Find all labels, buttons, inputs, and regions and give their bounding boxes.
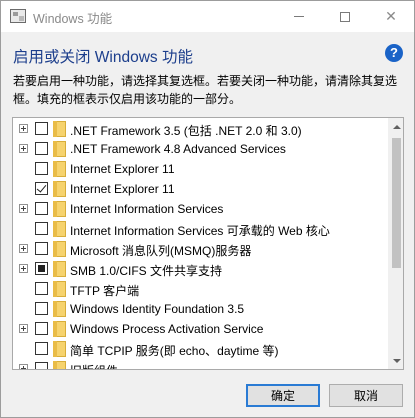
feature-row[interactable]: Internet Information Services [13, 199, 389, 219]
feature-checkbox[interactable] [35, 322, 48, 335]
feature-row[interactable]: 旧版组件 [13, 359, 389, 369]
feature-label: TFTP 客户端 [70, 284, 140, 298]
folder-icon [53, 301, 66, 317]
feature-checkbox[interactable] [35, 362, 48, 369]
feature-checkbox[interactable] [35, 142, 48, 155]
cancel-button[interactable]: 取消 [329, 384, 403, 407]
feature-checkbox[interactable] [35, 162, 48, 175]
folder-icon [53, 241, 66, 257]
expand-icon[interactable] [19, 324, 28, 333]
page-title: 启用或关闭 Windows 功能 [13, 49, 193, 66]
window-title: Windows 功能 [33, 12, 113, 26]
maximize-icon [340, 11, 350, 22]
feature-checkbox[interactable] [35, 242, 48, 255]
folder-icon [53, 321, 66, 337]
description-text: 若要启用一种功能，请选择其复选框。若要关闭一种功能，请清除其复选框。填充的框表示… [13, 74, 398, 106]
expand-icon[interactable] [19, 364, 28, 369]
feature-checkbox[interactable] [35, 182, 48, 195]
folder-icon [53, 161, 66, 177]
feature-label: Internet Explorer 11 [70, 162, 175, 176]
help-icon[interactable]: ? [385, 44, 403, 62]
scroll-up-button[interactable] [388, 118, 403, 135]
folder-icon [53, 341, 66, 357]
scroll-down-button[interactable] [388, 352, 403, 369]
feature-label: .NET Framework 4.8 Advanced Services [70, 142, 286, 156]
feature-checkbox[interactable] [35, 282, 48, 295]
title-bar[interactable]: Windows 功能 ✕ [1, 1, 414, 32]
ok-button[interactable]: 确定 [246, 384, 320, 407]
folder-icon [53, 261, 66, 277]
feature-row[interactable]: Microsoft 消息队列(MSMQ)服务器 [13, 239, 389, 259]
folder-icon [53, 201, 66, 217]
feature-row[interactable]: SMB 1.0/CIFS 文件共享支持 [13, 259, 389, 279]
feature-checkbox[interactable] [35, 222, 48, 235]
expand-icon[interactable] [19, 144, 28, 153]
expand-icon[interactable] [19, 264, 28, 273]
folder-icon [53, 141, 66, 157]
feature-checkbox[interactable] [35, 122, 48, 135]
feature-checkbox[interactable] [35, 202, 48, 215]
folder-icon [53, 181, 66, 197]
feature-label: SMB 1.0/CIFS 文件共享支持 [70, 264, 223, 278]
arrow-down-icon [392, 358, 401, 363]
feature-checkbox[interactable] [35, 342, 48, 355]
feature-row[interactable]: Internet Explorer 11 [13, 159, 389, 179]
feature-row[interactable]: Internet Explorer 11 [13, 179, 389, 199]
minimize-icon [294, 16, 304, 17]
close-button[interactable]: ✕ [368, 1, 414, 32]
feature-label: Windows Process Activation Service [70, 322, 264, 336]
feature-row[interactable]: Windows Identity Foundation 3.5 [13, 299, 389, 319]
scrollbar-thumb[interactable] [392, 138, 401, 268]
feature-label: Windows Identity Foundation 3.5 [70, 302, 245, 316]
feature-label: Internet Information Services [70, 202, 224, 216]
folder-icon [53, 281, 66, 297]
maximize-button[interactable] [322, 1, 368, 32]
feature-row[interactable]: Windows Process Activation Service [13, 319, 389, 339]
feature-checkbox[interactable] [35, 302, 48, 315]
feature-row[interactable]: .NET Framework 4.8 Advanced Services [13, 139, 389, 159]
feature-label: Microsoft 消息队列(MSMQ)服务器 [70, 244, 252, 258]
folder-icon [53, 121, 66, 137]
expand-icon[interactable] [19, 124, 28, 133]
feature-checkbox[interactable] [35, 262, 48, 275]
close-icon: ✕ [385, 8, 397, 24]
feature-row[interactable]: Internet Information Services 可承载的 Web 核… [13, 219, 389, 239]
feature-row[interactable]: 简单 TCPIP 服务(即 echo、daytime 等) [13, 339, 389, 359]
feature-label: 简单 TCPIP 服务(即 echo、daytime 等) [70, 344, 279, 358]
minimize-button[interactable] [276, 1, 322, 32]
vertical-scrollbar[interactable] [388, 118, 403, 369]
windows-features-icon [10, 9, 26, 23]
expand-icon[interactable] [19, 204, 28, 213]
feature-label: 旧版组件 [70, 362, 118, 369]
folder-icon [53, 361, 66, 369]
folder-icon [53, 221, 66, 237]
arrow-up-icon [392, 124, 401, 129]
feature-label: .NET Framework 3.5 (包括 .NET 2.0 和 3.0) [70, 124, 302, 138]
feature-row[interactable]: .NET Framework 3.5 (包括 .NET 2.0 和 3.0) [13, 119, 389, 139]
expand-icon[interactable] [19, 244, 28, 253]
feature-label: Internet Information Services 可承载的 Web 核… [70, 224, 330, 238]
feature-tree[interactable]: .NET Framework 3.5 (包括 .NET 2.0 和 3.0) .N… [12, 117, 404, 370]
feature-label: Internet Explorer 11 [70, 182, 175, 196]
windows-features-dialog: Windows 功能 ✕ 启用或关闭 Windows 功能 ? 若要启用一种功能… [0, 0, 415, 418]
dialog-content: 启用或关闭 Windows 功能 ? 若要启用一种功能，请选择其复选框。若要关闭… [1, 32, 414, 417]
feature-row[interactable]: TFTP 客户端 [13, 279, 389, 299]
